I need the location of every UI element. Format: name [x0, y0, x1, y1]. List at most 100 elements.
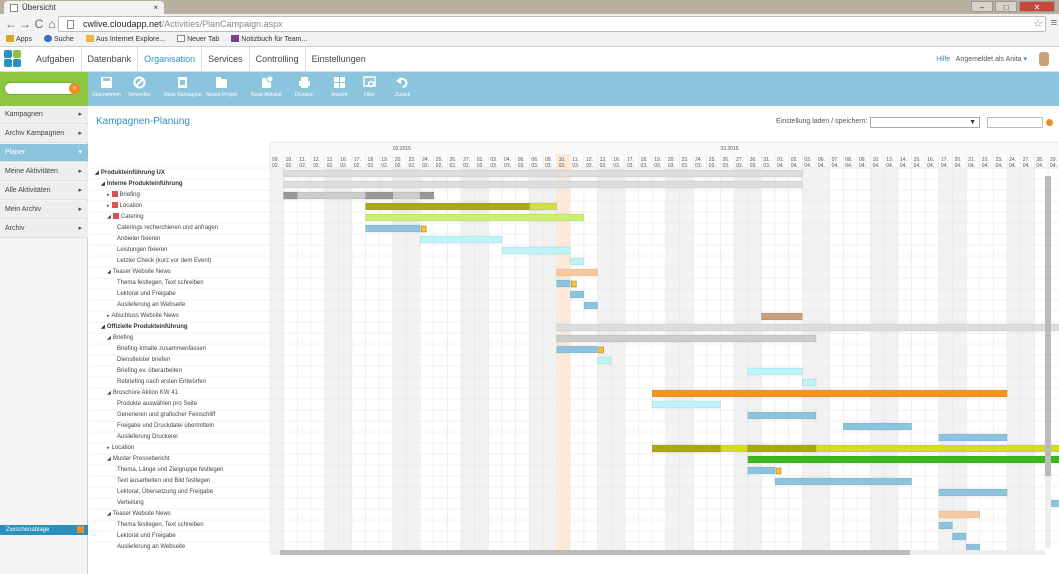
task-bar	[774, 477, 912, 486]
weekend-column	[870, 168, 885, 550]
task-bar	[556, 268, 598, 277]
task-label: Produkteinführung UX	[100, 170, 165, 176]
expand-icon[interactable]: ▸	[107, 203, 110, 209]
task-row[interactable]: Lektorat, Übersetzung und Freigabe	[117, 487, 213, 498]
task-row[interactable]: Leistungen fixieren	[117, 245, 167, 256]
task-label: Offizielle Produkteinführung	[106, 324, 188, 330]
task-row[interactable]: ◢ Catering	[107, 212, 144, 223]
task-bar	[965, 543, 981, 552]
task-label: Thema festlegen, Text schreiben	[117, 280, 204, 286]
task-row[interactable]: Verteilung	[117, 498, 144, 509]
weekend-column	[665, 168, 680, 550]
task-row[interactable]: Auslieferung Druckerei	[117, 432, 178, 443]
task-row[interactable]: ◢ Broschüre Aktion KW 41	[107, 388, 178, 399]
task-bar	[365, 224, 421, 233]
task-label: Rebriefing nach ersten Entwürfen	[117, 379, 207, 385]
task-row[interactable]: Briefing ev. überarbeiten	[117, 366, 182, 377]
task-row[interactable]: Lektorat und Freigabe	[117, 289, 176, 300]
task-label: Teaser Website News	[112, 511, 171, 517]
task-bar	[556, 334, 817, 343]
collapse-icon[interactable]: ◢	[101, 181, 105, 187]
task-row[interactable]: Rebriefing nach ersten Entwürfen	[117, 377, 206, 388]
weekend-column	[543, 168, 557, 550]
task-bar	[747, 455, 1059, 464]
task-bar	[747, 411, 817, 420]
task-row[interactable]: ◢ Teaser Website News	[107, 509, 171, 520]
task-row[interactable]: Lektorat und Freigabe	[117, 531, 176, 542]
task-bar	[952, 532, 967, 541]
weekend-column	[529, 168, 543, 550]
task-row[interactable]: ◢ Offizielle Produkteinführung	[101, 322, 188, 333]
task-label: Thema festlegen, Text schreiben	[117, 522, 204, 528]
task-bar	[501, 246, 571, 255]
task-label: Anbieter fixieren	[117, 236, 161, 242]
task-bar	[651, 444, 721, 453]
task-bar	[938, 521, 953, 530]
weekend-column	[461, 168, 475, 550]
collapse-icon[interactable]: ◢	[107, 456, 111, 462]
expand-icon[interactable]: ▸	[107, 192, 110, 198]
task-row[interactable]: Thema festlegen, Text schreiben	[117, 520, 204, 531]
task-row[interactable]: Dienstleister briefen	[117, 355, 170, 366]
task-row[interactable]: Briefing-Inhalte zusammenfassen	[117, 344, 206, 355]
task-row[interactable]: Caterings recherchieren und anfragen	[117, 223, 218, 234]
task-bar	[283, 180, 803, 189]
expand-icon[interactable]: ▸	[107, 313, 110, 319]
note-icon	[571, 280, 577, 288]
task-label: Abschluss Website News	[111, 313, 179, 319]
task-row[interactable]: ◢ Teaser Website News	[107, 267, 171, 278]
task-row[interactable]: ▸ Location	[107, 443, 134, 454]
task-bar	[938, 488, 1008, 497]
collapse-icon[interactable]: ◢	[107, 511, 111, 517]
horizontal-scrollbar-thumb	[280, 550, 910, 555]
task-row[interactable]: ◢ Muster Pressebericht	[107, 454, 170, 465]
collapse-icon[interactable]: ◢	[107, 335, 111, 341]
weekend-column	[1007, 168, 1021, 550]
collapse-icon[interactable]: ◢	[101, 324, 105, 330]
task-label: Leistungen fixieren	[117, 247, 168, 253]
task-bar	[419, 235, 503, 244]
task-row[interactable]: ◢ Interne Produkteinführung	[101, 179, 183, 190]
task-row[interactable]: Text ausarbeiten und Bild festlegen	[117, 476, 210, 487]
weekend-column	[611, 168, 625, 550]
task-row[interactable]: Thema, Länge und Zielgruppe festlegen	[117, 465, 223, 476]
task-label: Auslieferung an Webseite	[117, 302, 186, 308]
task-bar	[283, 191, 298, 200]
task-bar	[747, 444, 817, 453]
task-label: Muster Pressebericht	[112, 456, 170, 462]
task-row[interactable]: Freigabe und Druckdatei übermitteln	[117, 421, 214, 432]
expand-icon[interactable]: ▸	[107, 445, 110, 451]
task-row[interactable]: Letzter Check (kurz vor dem Event)	[117, 256, 211, 267]
month-label: 03.2015	[720, 146, 738, 152]
weekend-column	[474, 168, 489, 550]
task-row[interactable]: ▸ Briefing	[107, 190, 140, 201]
task-row[interactable]: Auslieferung an Webseite	[117, 542, 185, 553]
task-bar	[802, 378, 817, 387]
task-label: Dienstleister briefen	[117, 357, 171, 363]
task-label: Auslieferung Druckerei	[117, 434, 178, 440]
task-row[interactable]: ▸ Location	[107, 201, 142, 212]
task-row[interactable]: ▸ Abschluss Website News	[107, 311, 179, 322]
task-bar	[556, 323, 1059, 332]
task-bar	[570, 257, 585, 266]
vertical-scrollbar-thumb	[1045, 176, 1051, 476]
task-row[interactable]: ◢ Briefing	[107, 333, 133, 344]
weekend-column	[679, 168, 694, 550]
task-row[interactable]: Auslieferung an Webseite	[117, 300, 185, 311]
task-row[interactable]: Thema festlegen, Text schreiben	[117, 278, 204, 289]
task-row[interactable]: Anbieter fixieren	[117, 234, 160, 245]
collapse-icon[interactable]: ◢	[107, 390, 111, 396]
task-bar	[583, 301, 598, 310]
collapse-icon[interactable]: ◢	[107, 214, 111, 220]
calendar-icon	[111, 191, 118, 197]
task-row[interactable]: Produkte auswählen pro Seite	[117, 399, 197, 410]
task-bar	[938, 433, 1008, 442]
task-row[interactable]: ◢ Produkteinführung UX	[95, 168, 165, 179]
task-row[interactable]: Generieren und grafischer Feinschliff	[117, 410, 215, 421]
task-label: Catering	[120, 214, 144, 220]
task-bar	[529, 202, 557, 211]
task-bar	[556, 345, 598, 354]
collapse-icon[interactable]: ◢	[95, 170, 99, 176]
weekend-column	[1020, 168, 1035, 550]
collapse-icon[interactable]: ◢	[107, 269, 111, 275]
